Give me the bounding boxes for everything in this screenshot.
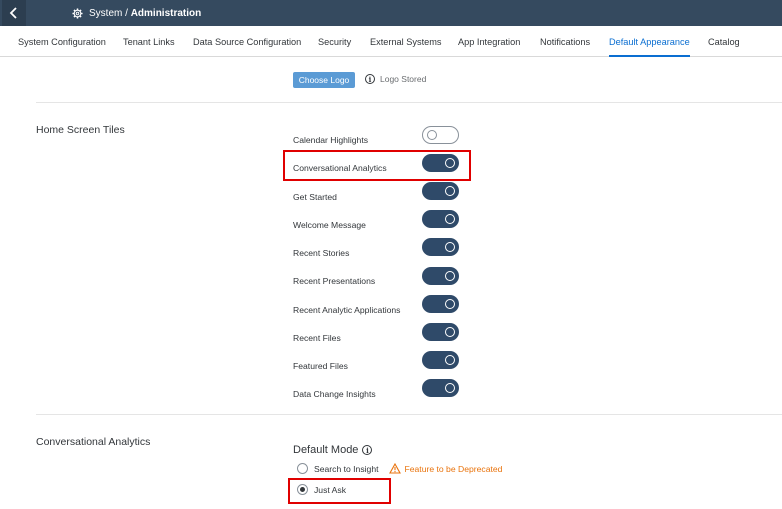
toggle-knob bbox=[445, 327, 455, 337]
tab-label: Default Appearance bbox=[609, 36, 690, 47]
highlight-box-just-ask bbox=[288, 478, 391, 504]
warning-icon bbox=[388, 463, 401, 474]
toggle-knob bbox=[445, 186, 455, 196]
info-icon: i bbox=[365, 74, 375, 84]
toggle-recent-presentations[interactable] bbox=[422, 267, 459, 285]
tab-app-integration[interactable]: App Integration bbox=[458, 26, 520, 57]
tile-label-recent-stories: Recent Stories bbox=[293, 248, 350, 258]
toggle-recent-analytic-applications[interactable] bbox=[422, 295, 459, 313]
toggle-featured-files[interactable] bbox=[422, 351, 459, 369]
toggle-knob bbox=[445, 299, 455, 309]
page-title: System / Administration bbox=[72, 0, 201, 26]
tile-label-recent-presentations: Recent Presentations bbox=[293, 276, 376, 286]
default-mode-text: Default Mode bbox=[293, 444, 359, 456]
tab-default-appearance[interactable]: Default Appearance bbox=[609, 26, 690, 57]
tab-label: Notifications bbox=[540, 36, 591, 47]
tile-label-recent-files: Recent Files bbox=[293, 333, 341, 343]
toggle-knob bbox=[445, 355, 455, 365]
toggle-data-change-insights[interactable] bbox=[422, 379, 459, 397]
tab-notifications[interactable]: Notifications bbox=[540, 26, 590, 57]
option-label: Search to Insight bbox=[314, 463, 379, 474]
tile-label-get-started: Get Started bbox=[293, 192, 337, 202]
tile-label-calendar-highlights: Calendar Highlights bbox=[293, 135, 368, 145]
tile-label-featured-files: Featured Files bbox=[293, 361, 348, 371]
logo-status: i Logo Stored bbox=[365, 72, 426, 86]
home-screen-tiles-title: Home Screen Tiles bbox=[36, 124, 125, 136]
toggle-recent-stories[interactable] bbox=[422, 238, 459, 256]
tab-label: Tenant Links bbox=[123, 36, 175, 47]
back-button[interactable] bbox=[2, 0, 26, 26]
section-divider bbox=[36, 414, 782, 415]
shell-bar: System / Administration bbox=[0, 0, 782, 26]
tab-label: Data Source Configuration bbox=[193, 36, 302, 47]
tab-data-source-configuration[interactable]: Data Source Configuration bbox=[193, 26, 301, 57]
tile-label-welcome-message: Welcome Message bbox=[293, 220, 366, 230]
logo-status-text: Logo Stored bbox=[380, 74, 427, 84]
radio-search-to-insight[interactable] bbox=[297, 463, 308, 474]
tab-bar: System Configuration Tenant Links Data S… bbox=[0, 26, 782, 57]
toggle-knob bbox=[445, 242, 455, 252]
toggle-knob bbox=[427, 130, 437, 140]
choose-logo-label: Choose Logo bbox=[298, 75, 350, 85]
default-mode-label: Default Mode i bbox=[293, 444, 373, 456]
tab-label: External Systems bbox=[370, 36, 442, 47]
tab-security[interactable]: Security bbox=[318, 26, 351, 57]
deprecation-warning: Feature to be Deprecated bbox=[388, 463, 503, 474]
section-divider bbox=[36, 102, 782, 103]
tab-label: System Configuration bbox=[18, 36, 106, 47]
info-icon[interactable]: i bbox=[362, 445, 373, 455]
conversational-analytics-title: Conversational Analytics bbox=[36, 436, 151, 448]
option-search-to-insight[interactable]: Search to Insight Feature to be Deprecat… bbox=[297, 463, 502, 474]
tab-system-configuration[interactable]: System Configuration bbox=[18, 26, 106, 57]
title-main: Administration bbox=[130, 7, 202, 19]
highlight-box-conversational-analytics bbox=[283, 150, 471, 181]
tab-tenant-links[interactable]: Tenant Links bbox=[123, 26, 175, 57]
tab-label: App Integration bbox=[458, 36, 521, 47]
choose-logo-button[interactable]: Choose Logo bbox=[293, 72, 355, 88]
gear-icon bbox=[72, 7, 83, 19]
toggle-welcome-message[interactable] bbox=[422, 210, 459, 228]
title-prefix: System / bbox=[89, 7, 131, 19]
tab-label: Security bbox=[318, 36, 352, 47]
warning-text: Feature to be Deprecated bbox=[404, 463, 503, 474]
tile-label-recent-analytic-applications: Recent Analytic Applications bbox=[293, 305, 401, 315]
toggle-get-started[interactable] bbox=[422, 182, 459, 200]
tab-external-systems[interactable]: External Systems bbox=[370, 26, 441, 57]
tab-label: Catalog bbox=[708, 36, 740, 47]
toggle-calendar-highlights[interactable] bbox=[422, 126, 459, 144]
toggle-knob bbox=[445, 214, 455, 224]
toggle-recent-files[interactable] bbox=[422, 323, 459, 341]
tile-label-data-change-insights: Data Change Insights bbox=[293, 389, 376, 399]
active-tab-indicator bbox=[609, 55, 690, 57]
tab-catalog[interactable]: Catalog bbox=[708, 26, 740, 57]
toggle-knob bbox=[445, 271, 455, 281]
toggle-knob bbox=[445, 383, 455, 393]
chevron-left-icon bbox=[9, 7, 17, 19]
